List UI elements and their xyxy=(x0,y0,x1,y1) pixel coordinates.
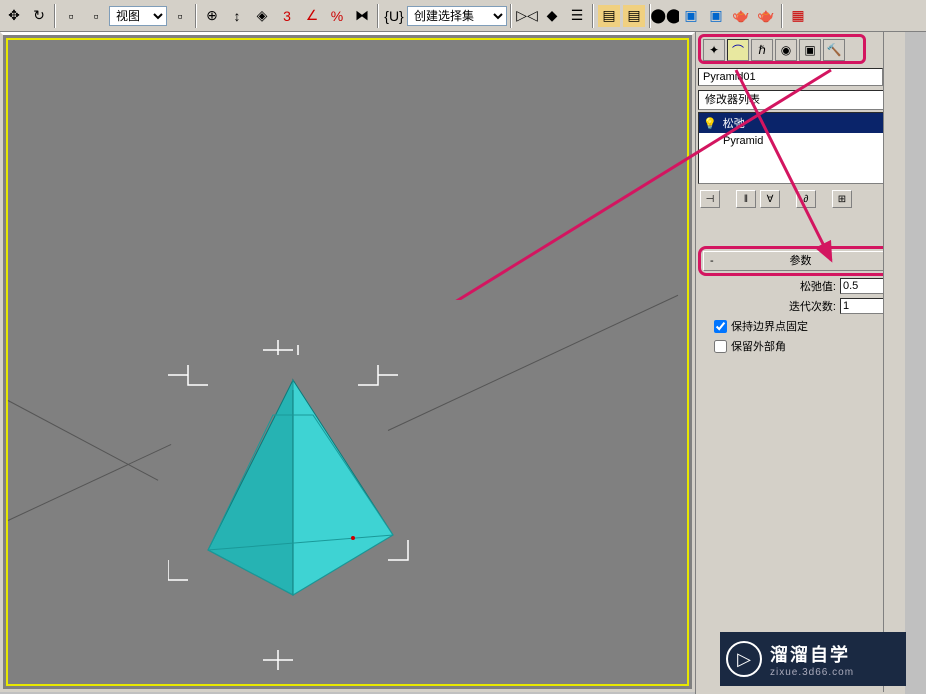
utilities-tab-icon[interactable]: 🔨 xyxy=(823,39,845,61)
display-tab-icon[interactable]: ▣ xyxy=(799,39,821,61)
stack-row-base[interactable]: Pyramid xyxy=(699,133,902,149)
layers-icon[interactable]: ☰ xyxy=(565,4,589,28)
stack-row-modifier[interactable]: 💡 松弛 xyxy=(699,113,902,133)
quick-render-icon[interactable]: 🫖 xyxy=(729,4,753,28)
relax-value-input[interactable] xyxy=(840,278,884,294)
tool-icon[interactable]: ▫ xyxy=(168,4,192,28)
watermark-url: zixue.3d66.com xyxy=(770,667,854,678)
cube-icon[interactable]: ◈ xyxy=(250,4,274,28)
stack-buttons-row: ⊣ ‖ ∀ ∂ ⊞ xyxy=(698,188,903,210)
view-dropdown[interactable]: 视图 xyxy=(109,6,167,26)
right-dock-toolbar xyxy=(883,32,903,692)
parameters-rollout-header[interactable]: - 参数 xyxy=(703,251,898,271)
iterations-label: 迭代次数: xyxy=(789,298,836,314)
command-panel: ✦ ⌒ ℏ ◉ ▣ 🔨 修改器列表 💡 松弛 Pyramid ⊣ xyxy=(695,32,905,694)
modifier-list-dropdown[interactable]: 修改器列表 xyxy=(698,90,903,110)
bulb-icon: 💡 xyxy=(703,117,717,130)
create-tab-icon[interactable]: ✦ xyxy=(703,39,725,61)
move-icon[interactable]: ✥ xyxy=(2,4,26,28)
remove-mod-icon[interactable]: ∂ xyxy=(796,190,816,208)
configure-icon[interactable]: ⊞ xyxy=(832,190,852,208)
extra-icon[interactable]: ▦ xyxy=(786,4,810,28)
render-setup-icon[interactable]: ▣ xyxy=(679,4,703,28)
material-icon[interactable]: ⬤⬤ xyxy=(654,4,678,28)
watermark-title: 溜溜自学 xyxy=(770,641,854,667)
keep-boundary-label: 保持边界点固定 xyxy=(731,318,808,334)
selcenter-icon[interactable]: ⊕ xyxy=(200,4,224,28)
spinner-snap-icon[interactable]: ⧓ xyxy=(350,4,374,28)
keep-boundary-checkbox[interactable] xyxy=(714,320,727,333)
angle-snap-icon[interactable]: ∠ xyxy=(300,4,324,28)
rollout-title: 参数 xyxy=(790,255,812,267)
watermark: ▷ 溜溜自学 zixue.3d66.com xyxy=(720,632,906,686)
named-sel-icon[interactable]: {U} xyxy=(382,4,406,28)
rotate-icon[interactable]: ↻ xyxy=(27,4,51,28)
save-outer-label: 保留外部角 xyxy=(731,338,786,354)
modifier-stack[interactable]: 💡 松弛 Pyramid xyxy=(698,112,903,184)
modify-tab-icon[interactable]: ⌒ xyxy=(727,39,749,61)
make-unique-icon[interactable]: ∀ xyxy=(760,190,780,208)
motion-tab-icon[interactable]: ◉ xyxy=(775,39,797,61)
parameters-highlight: - 参数 xyxy=(698,246,903,276)
selection-set-dropdown[interactable]: 创建选择集 xyxy=(407,6,507,26)
hierarchy-tab-icon[interactable]: ℏ xyxy=(751,39,773,61)
curve-editor-icon[interactable]: ▤ xyxy=(597,4,621,28)
pin-stack-icon[interactable]: ⊣ xyxy=(700,190,720,208)
percent-snap-icon[interactable]: % xyxy=(325,4,349,28)
stack-modifier-label: 松弛 xyxy=(723,115,745,131)
scale-icon[interactable]: ▫ xyxy=(84,4,108,28)
command-panel-tabs: ✦ ⌒ ℏ ◉ ▣ 🔨 xyxy=(698,34,866,64)
main-toolbar: ✥ ↻ ▫ ▫ 视图 ▫ ⊕ ↕ ◈ 3 ∠ % ⧓ {U} 创建选择集 ▷◁ … xyxy=(0,0,926,32)
save-outer-checkbox[interactable] xyxy=(714,340,727,353)
viewport[interactable] xyxy=(0,32,695,692)
render-icon[interactable]: 🫖 xyxy=(754,4,778,28)
render-frame-icon[interactable]: ▣ xyxy=(704,4,728,28)
pyramid-object[interactable] xyxy=(178,340,428,620)
play-icon: ▷ xyxy=(726,641,762,677)
object-name-field[interactable] xyxy=(698,68,883,86)
stack-base-label: Pyramid xyxy=(723,135,763,147)
mirror-icon[interactable]: ▷◁ xyxy=(515,4,539,28)
link-icon[interactable]: ▫ xyxy=(59,4,83,28)
iterations-input[interactable] xyxy=(840,298,884,314)
schematic-icon[interactable]: ▤ xyxy=(622,4,646,28)
snap-icon[interactable]: 3 xyxy=(275,4,299,28)
align-icon[interactable]: ◆ xyxy=(540,4,564,28)
relax-value-label: 松弛值: xyxy=(800,278,836,294)
axis-icon[interactable]: ↕ xyxy=(225,4,249,28)
show-result-icon[interactable]: ‖ xyxy=(736,190,756,208)
